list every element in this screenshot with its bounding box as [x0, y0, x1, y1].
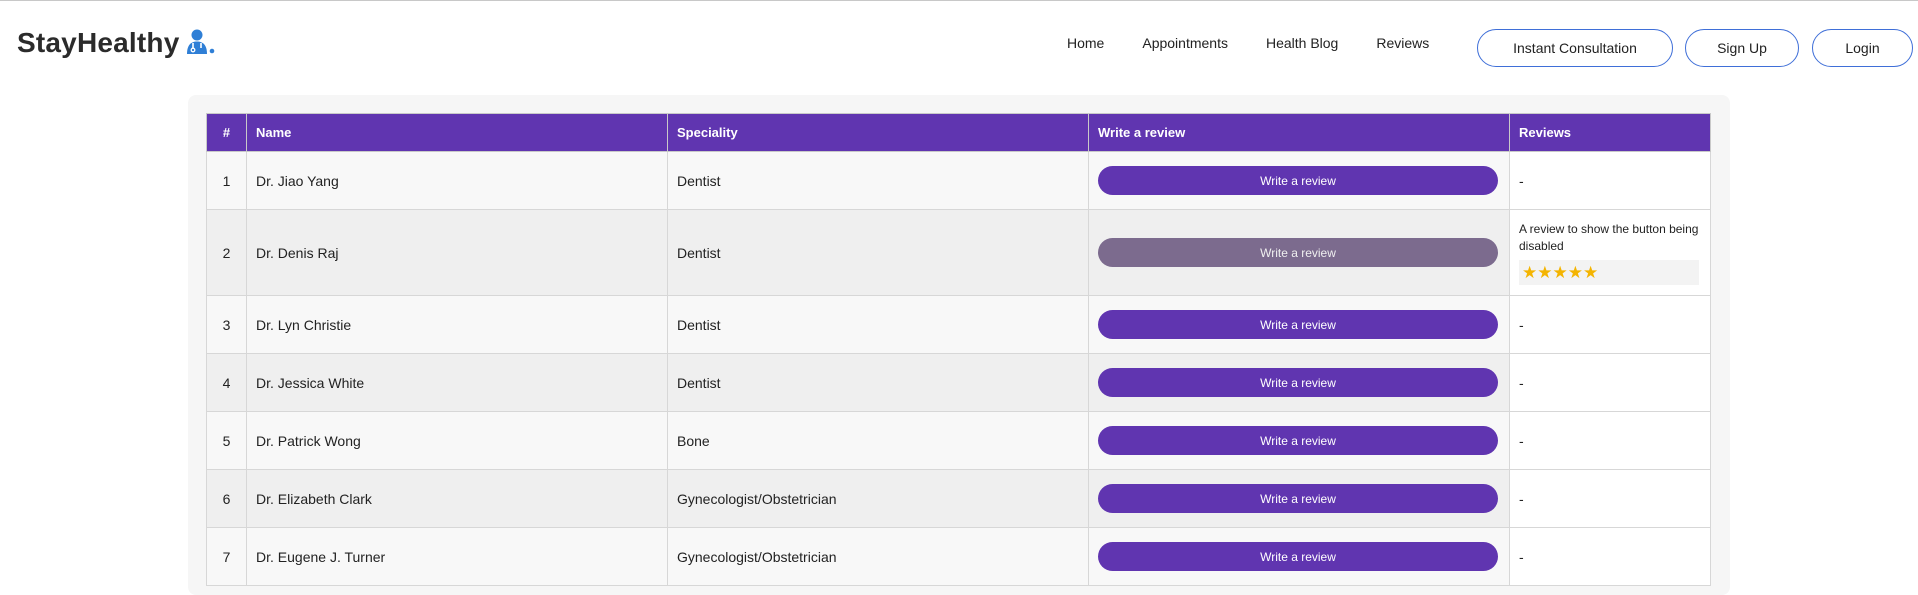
write-review-button[interactable]: Write a review	[1098, 484, 1498, 513]
brand[interactable]: StayHealthy	[17, 27, 215, 59]
review-text: -	[1509, 411, 1711, 470]
doctor-speciality: Gynecologist/Obstetrician	[667, 469, 1089, 528]
review-text: -	[1509, 151, 1711, 210]
header-reviews: Reviews	[1509, 113, 1711, 152]
table-row: 1 Dr. Jiao Yang Dentist Write a review -	[206, 151, 1711, 210]
write-review-button[interactable]: Write a review	[1098, 166, 1498, 195]
review-text: -	[1509, 295, 1711, 354]
table-row: 5 Dr. Patrick Wong Bone Write a review -	[206, 411, 1711, 470]
doctor-speciality: Dentist	[667, 151, 1089, 210]
login-button[interactable]: Login	[1812, 29, 1913, 67]
review-text: -	[1509, 353, 1711, 412]
doctor-speciality: Gynecologist/Obstetrician	[667, 527, 1089, 586]
doctor-speciality: Dentist	[667, 209, 1089, 296]
header-number: #	[206, 113, 247, 152]
doctor-name: Dr. Denis Raj	[246, 209, 668, 296]
write-review-button[interactable]: Write a review	[1098, 310, 1498, 339]
write-review-button[interactable]: Write a review	[1098, 426, 1498, 455]
doctor-name: Dr. Patrick Wong	[246, 411, 668, 470]
doctor-name: Dr. Jiao Yang	[246, 151, 668, 210]
row-number: 6	[206, 469, 247, 528]
write-review-cell: Write a review	[1088, 411, 1510, 470]
doctor-speciality: Dentist	[667, 295, 1089, 354]
write-review-button[interactable]: Write a review	[1098, 542, 1498, 571]
review-text: -	[1509, 527, 1711, 586]
sign-up-button[interactable]: Sign Up	[1685, 29, 1799, 67]
write-review-cell: Write a review	[1088, 469, 1510, 528]
write-review-cell: Write a review	[1088, 209, 1510, 296]
instant-consultation-button[interactable]: Instant Consultation	[1477, 29, 1673, 67]
nav-health-blog[interactable]: Health Blog	[1266, 35, 1338, 51]
write-review-cell: Write a review	[1088, 353, 1510, 412]
header-name: Name	[246, 113, 668, 152]
table-row: 3 Dr. Lyn Christie Dentist Write a revie…	[206, 295, 1711, 354]
write-review-cell: Write a review	[1088, 527, 1510, 586]
row-number: 2	[206, 209, 247, 296]
nav-appointments[interactable]: Appointments	[1142, 35, 1228, 51]
write-review-button[interactable]: Write a review	[1098, 368, 1498, 397]
table-row: 4 Dr. Jessica White Dentist Write a revi…	[206, 353, 1711, 412]
row-number: 5	[206, 411, 247, 470]
header-write-review: Write a review	[1088, 113, 1510, 152]
row-number: 7	[206, 527, 247, 586]
doctor-speciality: Dentist	[667, 353, 1089, 412]
star-icon: ★	[1567, 262, 1583, 282]
table-header-row: # Name Speciality Write a review Reviews	[206, 113, 1711, 152]
row-number: 3	[206, 295, 247, 354]
nav-links: Home Appointments Health Blog Reviews	[1067, 35, 1467, 51]
review-text: -	[1509, 469, 1711, 528]
nav-home[interactable]: Home	[1067, 35, 1104, 51]
header-speciality: Speciality	[667, 113, 1089, 152]
write-review-button-disabled[interactable]: Write a review	[1098, 238, 1498, 267]
write-review-cell: Write a review	[1088, 295, 1510, 354]
table-row: 2 Dr. Denis Raj Dentist Write a review A…	[206, 209, 1711, 296]
star-icon: ★	[1537, 262, 1553, 282]
table-row: 7 Dr. Eugene J. Turner Gynecologist/Obst…	[206, 527, 1711, 586]
doctor-icon	[185, 28, 215, 59]
review-cell: A review to show the button being disabl…	[1509, 209, 1711, 296]
star-rating: ★ ★ ★ ★ ★	[1519, 259, 1699, 285]
brand-name: StayHealthy	[17, 27, 180, 58]
row-number: 4	[206, 353, 247, 412]
doctor-name: Dr. Elizabeth Clark	[246, 469, 668, 528]
doctor-name: Dr. Lyn Christie	[246, 295, 668, 354]
nav-reviews[interactable]: Reviews	[1376, 35, 1429, 51]
star-icon: ★	[1522, 262, 1538, 282]
star-icon: ★	[1583, 262, 1599, 282]
star-icon: ★	[1552, 262, 1568, 282]
row-number: 1	[206, 151, 247, 210]
doctor-name: Dr. Jessica White	[246, 353, 668, 412]
write-review-cell: Write a review	[1088, 151, 1510, 210]
table-row: 6 Dr. Elizabeth Clark Gynecologist/Obste…	[206, 469, 1711, 528]
doctor-speciality: Bone	[667, 411, 1089, 470]
doctors-table: # Name Speciality Write a review Reviews…	[206, 113, 1711, 586]
navbar: StayHealthy Home Appointments Health Blo…	[0, 1, 1918, 86]
doctor-name: Dr. Eugene J. Turner	[246, 527, 668, 586]
review-text: A review to show the button being disabl…	[1519, 221, 1699, 253]
